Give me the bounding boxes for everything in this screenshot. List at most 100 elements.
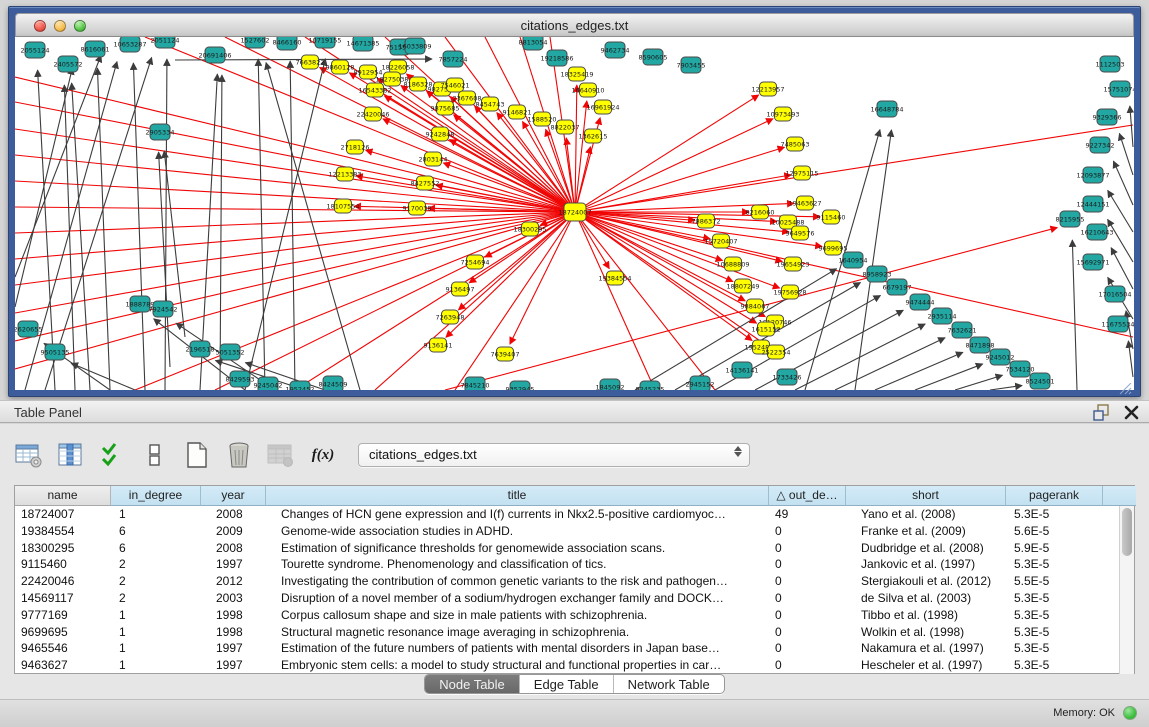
cell-year[interactable]: 1997 [201, 556, 266, 573]
graph-node[interactable]: 9474444 [906, 294, 935, 310]
graph-node[interactable]: 2196518 [186, 341, 215, 357]
graph-node[interactable]: 8466160 [273, 37, 302, 50]
cell-short[interactable]: Dudbridge et al. (2008) [846, 540, 1006, 557]
graph-node[interactable]: 8216060 [746, 205, 775, 219]
graph-node[interactable]: 16210643 [1080, 224, 1113, 240]
cell-title[interactable]: Embryonic stem cells: a model to study s… [266, 657, 769, 674]
graph-node[interactable]: 8424509 [319, 376, 348, 390]
cell-out_degree[interactable]: 0 [769, 590, 846, 607]
graph-node[interactable]: 7924542 [149, 301, 178, 317]
column-header-year[interactable]: year [201, 486, 266, 506]
cell-title[interactable]: Genome-wide association studies in ADHD. [266, 523, 769, 540]
show-columns-button[interactable] [56, 441, 86, 469]
cell-year[interactable]: 2003 [201, 590, 266, 607]
graph-node[interactable]: 12093877 [1076, 167, 1109, 183]
edge[interactable] [72, 83, 90, 390]
graph-node[interactable]: 12213957 [751, 82, 784, 96]
cell-name[interactable]: 9115460 [15, 556, 111, 573]
graph-node[interactable]: 9699695 [819, 241, 848, 255]
graph-node[interactable]: 6679197 [883, 279, 912, 295]
cell-short[interactable]: Yano et al. (2008) [846, 506, 1006, 523]
edge[interactable] [220, 75, 222, 390]
column-header-pagerank[interactable]: pagerank [1006, 486, 1103, 506]
edge[interactable] [915, 364, 983, 390]
cell-short[interactable]: Hescheler et al. (1997) [846, 657, 1006, 674]
cell-title[interactable]: Changes of HCN gene expression and I(f) … [266, 506, 769, 523]
cell-name[interactable]: 18300295 [15, 540, 111, 557]
table-row[interactable]: 1938455462009Genome-wide association stu… [15, 523, 1134, 540]
graph-node[interactable]: 7263948 [436, 310, 465, 324]
edge[interactable] [1130, 106, 1133, 147]
cell-out_degree[interactable]: 0 [769, 573, 846, 590]
graph-node[interactable]: 2620655 [15, 321, 42, 337]
graph-node[interactable]: 7534120 [1006, 361, 1035, 377]
cell-pagerank[interactable]: 5.3E-5 [1006, 607, 1103, 624]
cell-in_degree[interactable]: 1 [111, 640, 201, 657]
graph-node[interactable]: 8429593 [226, 371, 255, 387]
cell-short[interactable]: Jankovic et al. (1997) [846, 556, 1006, 573]
graph-node[interactable]: 17016504 [1098, 286, 1131, 302]
graph-node[interactable]: 9136497 [446, 282, 475, 296]
graph-node[interactable]: 19756928 [773, 285, 806, 299]
edge[interactable] [990, 386, 1022, 390]
graph-node[interactable]: 2055124 [21, 42, 50, 58]
graph-node[interactable]: 16648784 [870, 101, 903, 117]
cell-out_degree[interactable]: 0 [769, 624, 846, 641]
graph-node[interactable]: 5051352 [216, 344, 245, 360]
table-selector-dropdown[interactable]: citations_edges.txt [358, 443, 750, 467]
cell-year[interactable]: 1998 [201, 624, 266, 641]
tab-network-table[interactable]: Network Table [614, 675, 724, 693]
cell-name[interactable]: 19384554 [15, 523, 111, 540]
edge[interactable] [835, 338, 945, 390]
graph-node[interactable]: 1112503 [1096, 56, 1125, 72]
function-builder-button[interactable]: f(x) [308, 441, 338, 469]
graph-node[interactable]: 8524501 [1026, 373, 1055, 389]
graph-node[interactable]: 2935114 [928, 308, 957, 324]
cell-year[interactable]: 1997 [201, 640, 266, 657]
cell-name[interactable]: 14569117 [15, 590, 111, 607]
graph-node[interactable]: 9245235 [636, 381, 665, 390]
window-titlebar[interactable]: citations_edges.txt [15, 13, 1134, 37]
edge[interactable] [955, 375, 1002, 390]
cell-in_degree[interactable]: 1 [111, 657, 201, 674]
edge[interactable] [15, 212, 575, 341]
cell-name[interactable]: 18724007 [15, 506, 111, 523]
graph-node[interactable]: 16961924 [586, 100, 619, 114]
edge[interactable] [875, 352, 963, 390]
graph-node[interactable]: 8590605 [639, 49, 668, 65]
table-vertical-scrollbar[interactable] [1119, 506, 1134, 674]
graph-node[interactable]: 8958923 [863, 266, 892, 282]
cell-name[interactable]: 9465546 [15, 640, 111, 657]
cell-year[interactable]: 1998 [201, 607, 266, 624]
graph-node[interactable]: 19218586 [540, 50, 573, 66]
graph-node[interactable]: 14671385 [346, 37, 379, 51]
cell-in_degree[interactable]: 1 [111, 607, 201, 624]
cell-name[interactable]: 22420046 [15, 573, 111, 590]
graph-node[interactable]: 2905334 [146, 124, 175, 140]
cell-pagerank[interactable]: 5.3E-5 [1006, 624, 1103, 641]
graph-node[interactable]: 10688809 [716, 257, 749, 271]
graph-node[interactable]: 2803144 [419, 152, 448, 166]
edge[interactable] [64, 85, 75, 390]
edge[interactable] [71, 363, 135, 390]
table-row[interactable]: 1456911722003Disruption of a novel membe… [15, 590, 1134, 607]
column-header-short[interactable]: short [846, 486, 1006, 506]
column-header-in_degree[interactable]: in_degree [111, 486, 201, 506]
cell-short[interactable]: Franke et al. (2009) [846, 523, 1006, 540]
cell-out_degree[interactable]: 0 [769, 556, 846, 573]
tab-edge-table[interactable]: Edge Table [520, 675, 614, 693]
create-column-button[interactable] [182, 441, 212, 469]
graph-node[interactable]: 9245012 [986, 349, 1015, 365]
edge[interactable] [455, 212, 575, 390]
edge[interactable] [1111, 248, 1133, 289]
cell-in_degree[interactable]: 6 [111, 540, 201, 557]
graph-node[interactable]: 7632621 [948, 322, 977, 338]
edge[interactable] [469, 212, 575, 283]
cell-out_degree[interactable]: 0 [769, 657, 846, 674]
cell-in_degree[interactable]: 6 [111, 523, 201, 540]
graph-node[interactable]: 18107554 [326, 199, 359, 213]
cell-in_degree[interactable]: 1 [111, 624, 201, 641]
cell-year[interactable]: 1997 [201, 657, 266, 674]
graph-node[interactable]: 1640954 [839, 252, 868, 268]
cell-in_degree[interactable]: 2 [111, 573, 201, 590]
